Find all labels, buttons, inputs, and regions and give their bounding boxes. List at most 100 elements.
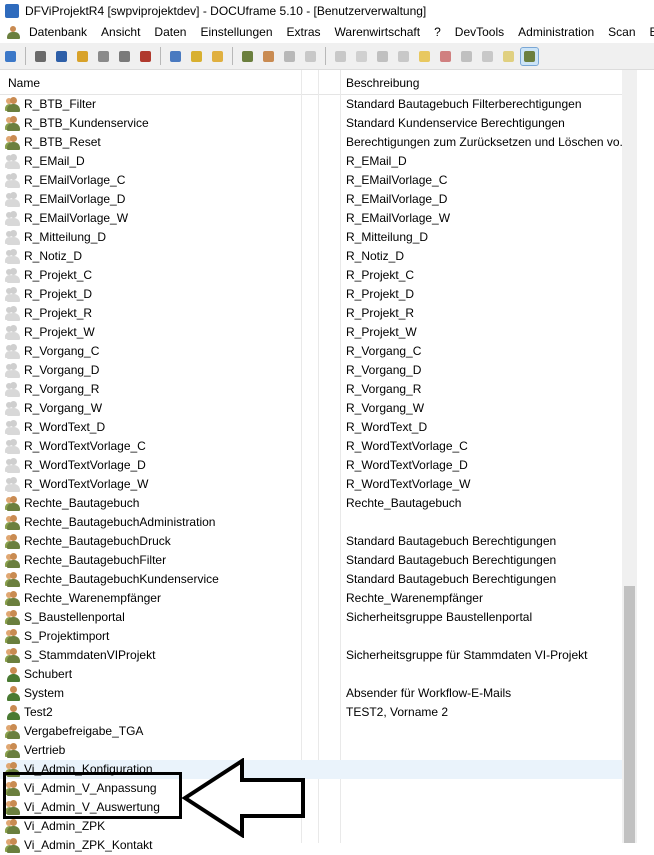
star-icon[interactable] bbox=[500, 48, 517, 65]
table-row[interactable]: Rechte_BautagebuchKundenservice Standard … bbox=[0, 570, 622, 589]
column-header-name[interactable]: Name bbox=[8, 76, 40, 90]
menu-extras[interactable]: Extras bbox=[280, 25, 328, 39]
grid-header: Name Beschreibung bbox=[0, 70, 622, 95]
table-row[interactable]: Test2 TEST2, Vorname 2 bbox=[0, 703, 622, 722]
user-group-icon[interactable] bbox=[260, 48, 277, 65]
group-ghost-icon bbox=[5, 458, 21, 473]
table-row[interactable]: R_Vorgang_W R_Vorgang_W bbox=[0, 399, 622, 418]
folder-icon[interactable] bbox=[74, 48, 91, 65]
group-ghost-icon bbox=[5, 420, 21, 435]
table-row[interactable]: Rechte_Warenempfänger Rechte_Warenempfäng… bbox=[0, 589, 622, 608]
menu-be[interactable]: Be bbox=[643, 25, 654, 39]
menu-ansicht[interactable]: Ansicht bbox=[94, 25, 147, 39]
menu-warenwirtschaft[interactable]: Warenwirtschaft bbox=[328, 25, 428, 39]
table-row[interactable]: Rechte_Bautagebuch Rechte_Bautagebuch bbox=[0, 494, 622, 513]
folder-open-icon[interactable] bbox=[209, 48, 226, 65]
group-icon bbox=[5, 97, 21, 112]
mail-icon[interactable] bbox=[188, 48, 205, 65]
cell-name: Vergabefreigabe_TGA bbox=[24, 724, 144, 738]
menu-scan[interactable]: Scan bbox=[601, 25, 642, 39]
table-row[interactable]: S_Baustellenportal Sicherheitsgruppe Baus… bbox=[0, 608, 622, 627]
tag-icon[interactable] bbox=[95, 48, 112, 65]
user-grid: Name Beschreibung R_BTB_Filter Standard B… bbox=[0, 70, 654, 853]
tools-icon[interactable] bbox=[332, 48, 349, 65]
table-row[interactable]: R_WordTextVorlage_W R_WordTextVorlage_W bbox=[0, 475, 622, 494]
table-row[interactable]: Vertrieb bbox=[0, 741, 622, 760]
group-ghost-icon bbox=[5, 401, 21, 416]
table-row[interactable]: R_BTB_Kundenservice Standard Kundenservic… bbox=[0, 114, 622, 133]
cell-name: Test2 bbox=[24, 705, 53, 719]
cell-description: R_Vorgang_W bbox=[346, 401, 425, 415]
menu-devtools[interactable]: DevTools bbox=[448, 25, 511, 39]
cell-name: R_EMailVorlage_W bbox=[24, 211, 129, 225]
table-row[interactable]: Vergabefreigabe_TGA bbox=[0, 722, 622, 741]
table-row[interactable]: R_BTB_Reset Berechtigungen zum Zurücksetz… bbox=[0, 133, 622, 152]
table-row[interactable]: S_Projektimport bbox=[0, 627, 622, 646]
table-row[interactable]: R_EMail_D R_EMail_D bbox=[0, 152, 622, 171]
table-row[interactable]: R_Projekt_W R_Projekt_W bbox=[0, 323, 622, 342]
calendar-icon[interactable] bbox=[137, 48, 154, 65]
table-row[interactable]: R_EMailVorlage_C R_EMailVorlage_C bbox=[0, 171, 622, 190]
user-group-icon[interactable] bbox=[6, 25, 22, 39]
table-row[interactable]: Rechte_BautagebuchDruck Standard Bautageb… bbox=[0, 532, 622, 551]
table-row[interactable]: R_Mitteilung_D R_Mitteilung_D bbox=[0, 228, 622, 247]
menu-daten[interactable]: Daten bbox=[147, 25, 193, 39]
cell-description: Sicherheitsgruppe Baustellenportal bbox=[346, 610, 533, 624]
table-row[interactable]: R_Notiz_D R_Notiz_D bbox=[0, 247, 622, 266]
table-row[interactable]: S_StammdatenVIProjekt Sicherheitsgruppe f… bbox=[0, 646, 622, 665]
cell-name: R_BTB_Reset bbox=[24, 135, 101, 149]
user-add-icon[interactable] bbox=[239, 48, 256, 65]
cell-description: Absender für Workflow-E-Mails bbox=[346, 686, 512, 700]
sun-icon[interactable] bbox=[416, 48, 433, 65]
table-row[interactable]: Rechte_BautagebuchFilter Standard Bautage… bbox=[0, 551, 622, 570]
user-ghost-icon[interactable] bbox=[302, 48, 319, 65]
user-remove-icon[interactable] bbox=[281, 48, 298, 65]
list-icon[interactable] bbox=[53, 48, 70, 65]
table-row[interactable]: R_BTB_Filter Standard Bautagebuch Filterb… bbox=[0, 95, 622, 114]
table-row[interactable]: R_WordText_D R_WordText_D bbox=[0, 418, 622, 437]
x-icon[interactable] bbox=[437, 48, 454, 65]
pen-icon[interactable] bbox=[479, 48, 496, 65]
copy-icon[interactable] bbox=[116, 48, 133, 65]
table-row[interactable]: System Absender für Workflow-E-Mails bbox=[0, 684, 622, 703]
group-icon bbox=[5, 515, 21, 530]
group-ghost-icon bbox=[5, 363, 21, 378]
group-ghost-icon bbox=[5, 230, 21, 245]
table-row[interactable]: R_Vorgang_R R_Vorgang_R bbox=[0, 380, 622, 399]
group-icon bbox=[5, 629, 21, 644]
table-row[interactable]: R_Projekt_R R_Projekt_R bbox=[0, 304, 622, 323]
menu-einstellungen[interactable]: Einstellungen bbox=[193, 25, 279, 39]
table-row[interactable]: R_WordTextVorlage_C R_WordTextVorlage_C bbox=[0, 437, 622, 456]
group-ghost-icon bbox=[5, 325, 21, 340]
table-row[interactable]: R_EMailVorlage_D R_EMailVorlage_D bbox=[0, 190, 622, 209]
user-icon[interactable] bbox=[520, 46, 539, 66]
table-row[interactable]: Rechte_BautagebuchAdministration bbox=[0, 513, 622, 532]
page-icon[interactable] bbox=[167, 48, 184, 65]
table-row[interactable]: R_Projekt_C R_Projekt_C bbox=[0, 266, 622, 285]
table-row[interactable]: Vi_Admin_ZPK_Kontakt bbox=[0, 836, 622, 855]
table-row[interactable]: R_Vorgang_D R_Vorgang_D bbox=[0, 361, 622, 380]
table-row[interactable]: R_Projekt_D R_Projekt_D bbox=[0, 285, 622, 304]
menu-administration[interactable]: Administration bbox=[511, 25, 601, 39]
menu-datenbank[interactable]: Datenbank bbox=[22, 25, 94, 39]
table-row[interactable]: R_EMailVorlage_W R_EMailVorlage_W bbox=[0, 209, 622, 228]
vertical-scrollbar[interactable] bbox=[622, 70, 637, 843]
cell-name: R_EMailVorlage_D bbox=[24, 192, 126, 206]
menu-help[interactable]: ? bbox=[427, 25, 448, 39]
table-row[interactable]: Schubert bbox=[0, 665, 622, 684]
new-doc-icon[interactable] bbox=[2, 48, 19, 65]
group-ghost-icon bbox=[5, 439, 21, 454]
pointer-icon[interactable] bbox=[353, 48, 370, 65]
card-icon[interactable] bbox=[32, 48, 49, 65]
table-row[interactable]: R_Vorgang_C R_Vorgang_C bbox=[0, 342, 622, 361]
cell-name: R_Vorgang_C bbox=[24, 344, 100, 358]
scrollbar-thumb[interactable] bbox=[624, 586, 635, 843]
handshake-icon[interactable] bbox=[458, 48, 475, 65]
column-header-description[interactable]: Beschreibung bbox=[346, 76, 419, 90]
cell-description: Berechtigungen zum Zurücksetzen und Lösc… bbox=[346, 135, 622, 149]
table-row[interactable]: R_WordTextVorlage_D R_WordTextVorlage_D bbox=[0, 456, 622, 475]
check-icon[interactable] bbox=[395, 48, 412, 65]
table-row[interactable]: Vi_Admin_ZPK bbox=[0, 817, 622, 836]
glasses-icon[interactable] bbox=[374, 48, 391, 65]
group-icon bbox=[5, 743, 21, 758]
